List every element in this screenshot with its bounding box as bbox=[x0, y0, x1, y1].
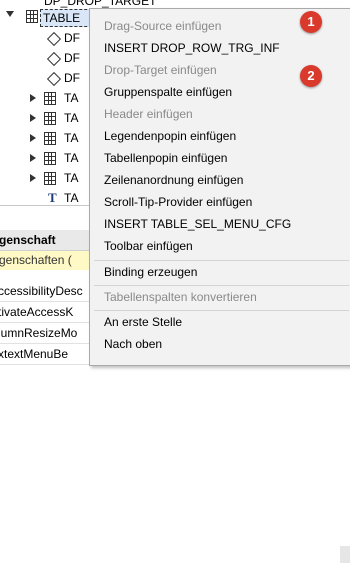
properties-header-label: genschaft bbox=[0, 233, 56, 247]
tree-node[interactable]: DF bbox=[0, 68, 90, 88]
menu-item-insert-table-sel-menu-cfg[interactable]: INSERT TABLE_SEL_MENU_CFG bbox=[104, 213, 291, 235]
context-menu: Drag-Source einfügen INSERT DROP_ROW_TRG… bbox=[89, 8, 350, 366]
table-icon bbox=[44, 112, 56, 125]
diamond-icon bbox=[46, 31, 62, 47]
property-row[interactable]: tivateAccessK bbox=[0, 302, 90, 323]
table-icon bbox=[44, 172, 56, 185]
tree-node-label: TA bbox=[64, 91, 79, 105]
property-row[interactable]: lumnResizeMo bbox=[0, 323, 90, 344]
tree-expander-icon[interactable] bbox=[30, 154, 36, 162]
scrollbar[interactable] bbox=[340, 546, 350, 563]
tree-expander-icon[interactable] bbox=[30, 134, 36, 142]
tree-node-label: TA bbox=[64, 151, 79, 165]
menu-item-scroll-tip-provider[interactable]: Scroll-Tip-Provider einfügen bbox=[104, 191, 252, 213]
menu-item-zeilenanordnung[interactable]: Zeilenanordnung einfügen bbox=[104, 169, 243, 191]
annotation-badge-1: 1 bbox=[300, 11, 322, 33]
property-row[interactable]: xtextMenuBe bbox=[0, 344, 90, 365]
tree-node-label: DF bbox=[64, 51, 80, 65]
tree-expander-icon[interactable] bbox=[30, 114, 36, 122]
diamond-icon bbox=[46, 71, 62, 87]
tree-node[interactable]: TA bbox=[0, 128, 90, 148]
property-name: tivateAccessK bbox=[0, 305, 74, 319]
menu-item-tabellenpopin[interactable]: Tabellenpopin einfügen bbox=[104, 147, 227, 169]
property-name: lumnResizeMo bbox=[0, 326, 78, 340]
menu-item-binding-erzeugen[interactable]: Binding erzeugen bbox=[104, 261, 197, 283]
property-row[interactable]: ccessibilityDesc bbox=[0, 281, 90, 302]
tree-node-label: TA bbox=[64, 171, 79, 185]
table-icon bbox=[26, 10, 38, 23]
menu-item-gruppenspalte[interactable]: Gruppenspalte einfügen bbox=[104, 81, 232, 103]
property-name: ccessibilityDesc bbox=[0, 284, 83, 298]
tree-node[interactable]: DF bbox=[0, 48, 90, 68]
menu-item-header: Header einfügen bbox=[104, 107, 193, 121]
tree-node-label: DP_DROP_TARGET bbox=[44, 0, 157, 8]
menu-item-drop-target: Drop-Target einfügen bbox=[104, 63, 217, 77]
annotation-badge-2: 2 bbox=[300, 65, 322, 87]
menu-item-drag-source: Drag-Source einfügen bbox=[104, 19, 222, 33]
property-name: xtextMenuBe bbox=[0, 347, 69, 361]
tree-node-label: DF bbox=[64, 71, 80, 85]
diamond-icon bbox=[46, 51, 62, 67]
tree-node[interactable]: TA bbox=[0, 148, 90, 168]
menu-item-insert-drop-row-trg-inf[interactable]: INSERT DROP_ROW_TRG_INF bbox=[104, 37, 280, 59]
tree-expander-icon[interactable] bbox=[6, 11, 14, 17]
tree-node[interactable]: DF bbox=[0, 28, 90, 48]
tree-node[interactable]: TA bbox=[0, 168, 90, 188]
menu-item-toolbar[interactable]: Toolbar einfügen bbox=[104, 235, 193, 257]
table-icon bbox=[44, 92, 56, 105]
menu-item-tabellenspalten-konvertieren: Tabellenspalten konvertieren bbox=[104, 290, 257, 304]
menu-item-an-erste-stelle[interactable]: An erste Stelle bbox=[104, 311, 182, 333]
table-icon bbox=[44, 152, 56, 165]
tree-node-label: TABLE bbox=[43, 11, 81, 25]
table-icon bbox=[44, 132, 56, 145]
tree-node-label: TA bbox=[64, 111, 79, 125]
menu-item-legendenpopin[interactable]: Legendenpopin einfügen bbox=[104, 125, 236, 147]
tree-node[interactable]: TA bbox=[0, 88, 90, 108]
tree-expander-icon[interactable] bbox=[30, 94, 36, 102]
tree-expander-icon[interactable] bbox=[30, 174, 36, 182]
menu-item-nach-oben[interactable]: Nach oben bbox=[104, 333, 162, 355]
properties-group-label: genschaften ( bbox=[0, 253, 72, 267]
tree-node-label: DF bbox=[64, 31, 80, 45]
tree-node[interactable]: TA bbox=[0, 108, 90, 128]
tree-node-label: TA bbox=[64, 131, 79, 145]
